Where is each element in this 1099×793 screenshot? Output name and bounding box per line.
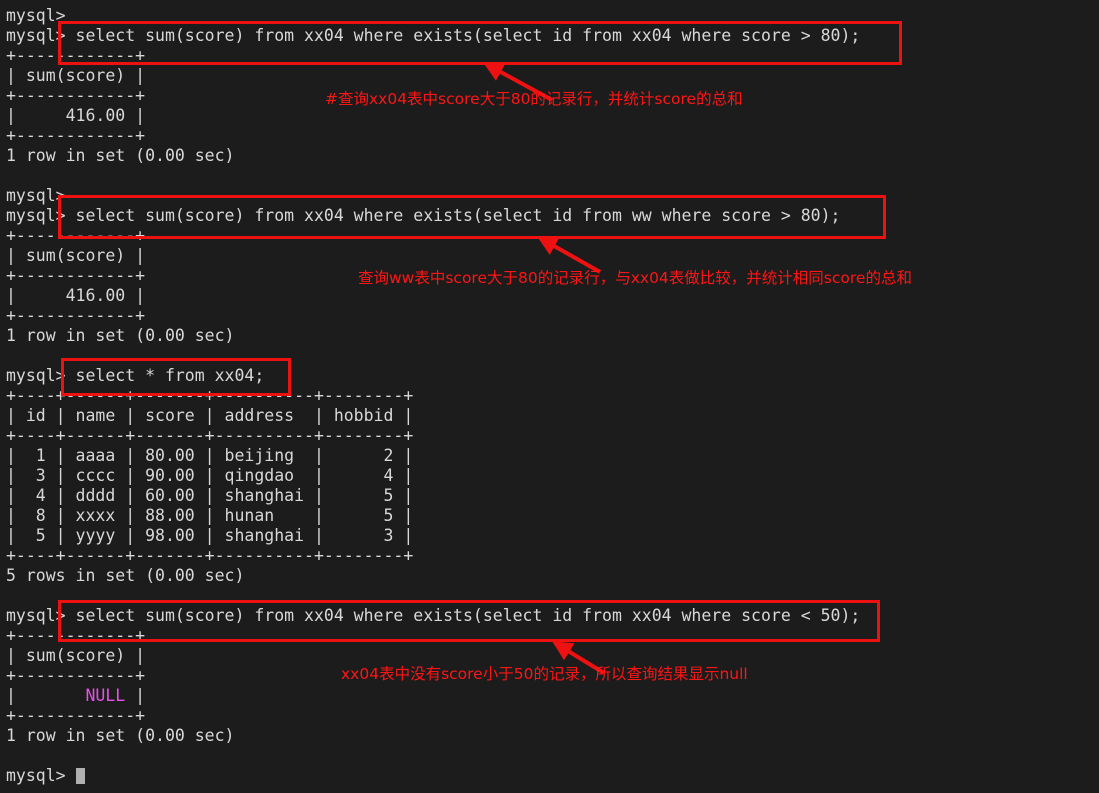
terminal-line: mysql> select sum(score) from xx04 where… [6, 26, 1099, 46]
terminal-line: | 416.00 | [6, 286, 1099, 306]
terminal-line-text: +------------+ [6, 86, 146, 105]
terminal-line: mysql> [6, 6, 1099, 26]
terminal-line: +------------+ [6, 86, 1099, 106]
terminal-line: +----+------+-------+----------+--------… [6, 546, 1099, 566]
terminal-line: +------------+ [6, 626, 1099, 646]
terminal-line-text: mysql> select * from xx04; [6, 366, 265, 385]
terminal-output[interactable]: mysql> mysql> select sum(score) from xx04… [0, 0, 1099, 793]
terminal-line-text: +------------+ [6, 126, 146, 145]
terminal-line: | 4 | dddd | 60.00 | shanghai | 5 | [6, 486, 1099, 506]
terminal-line: 5 rows in set (0.00 sec) [6, 566, 1099, 586]
terminal-line-text: mysql> select sum(score) from xx04 where… [6, 606, 861, 625]
terminal-line-text: | 1 | aaaa | 80.00 | beijing | 2 | [6, 446, 414, 465]
terminal-line: | 1 | aaaa | 80.00 | beijing | 2 | [6, 446, 1099, 466]
terminal-line: +------------+ [6, 126, 1099, 146]
terminal-line-text: +------------+ [6, 266, 146, 285]
terminal-line: 1 row in set (0.00 sec) [6, 146, 1099, 166]
terminal-line-text: mysql> [6, 766, 76, 785]
terminal-line-text: | sum(score) | [6, 646, 146, 665]
terminal-line: | 5 | yyyy | 98.00 | shanghai | 3 | [6, 526, 1099, 546]
terminal-line-text: +------------+ [6, 306, 146, 325]
terminal-line: | 3 | cccc | 90.00 | qingdao | 4 | [6, 466, 1099, 486]
terminal-line: mysql> [6, 186, 1099, 206]
terminal-line: | sum(score) | [6, 646, 1099, 666]
terminal-line: | id | name | score | address | hobbid | [6, 406, 1099, 426]
terminal-line-text: | 416.00 | [6, 286, 146, 305]
terminal-line: mysql> select sum(score) from xx04 where… [6, 606, 1099, 626]
terminal-line: 1 row in set (0.00 sec) [6, 726, 1099, 746]
text-cursor [75, 768, 85, 784]
terminal-line-text: | 3 | cccc | 90.00 | qingdao | 4 | [6, 466, 414, 485]
terminal-line-text: | 416.00 | [6, 106, 146, 125]
terminal-line-text: mysql> [6, 6, 66, 25]
terminal-line-text: | id | name | score | address | hobbid | [6, 406, 414, 425]
terminal-line-text: | 8 | xxxx | 88.00 | hunan | 5 | [6, 506, 414, 525]
terminal-line-text: +----+------+-------+----------+--------… [6, 386, 414, 405]
terminal-line: +----+------+-------+----------+--------… [6, 426, 1099, 446]
terminal-line-text: | 4 | dddd | 60.00 | shanghai | 5 | [6, 486, 414, 505]
terminal-line-text: mysql> select sum(score) from xx04 where… [6, 26, 861, 45]
terminal-line: | 416.00 | [6, 106, 1099, 126]
terminal-line-text: +------------+ [6, 666, 146, 685]
terminal-line: +------------+ [6, 706, 1099, 726]
terminal-line: mysql> select sum(score) from xx04 where… [6, 206, 1099, 226]
terminal-line: | sum(score) | [6, 66, 1099, 86]
terminal-line-text: +------------+ [6, 706, 146, 725]
terminal-line: +------------+ [6, 266, 1099, 286]
terminal-line: +------------+ [6, 46, 1099, 66]
terminal-line-text: 5 rows in set (0.00 sec) [6, 566, 245, 585]
terminal-line: | NULL | [6, 686, 1099, 706]
terminal-line: mysql> [6, 766, 1099, 786]
terminal-line: +------------+ [6, 306, 1099, 326]
terminal-line-text: mysql> select sum(score) from xx04 where… [6, 206, 841, 225]
terminal-line: +------------+ [6, 226, 1099, 246]
null-value: NULL [85, 686, 126, 705]
terminal-line-text: 1 row in set (0.00 sec) [6, 326, 235, 345]
terminal-line-text: | 5 | yyyy | 98.00 | shanghai | 3 | [6, 526, 414, 545]
terminal-line-text: mysql> [6, 186, 66, 205]
terminal-line: | 8 | xxxx | 88.00 | hunan | 5 | [6, 506, 1099, 526]
terminal-line: +------------+ [6, 666, 1099, 686]
terminal-line-text: 1 row in set (0.00 sec) [6, 726, 235, 745]
terminal-line-text: 1 row in set (0.00 sec) [6, 146, 235, 165]
terminal-line: 1 row in set (0.00 sec) [6, 326, 1099, 346]
terminal-line-text: +------------+ [6, 226, 146, 245]
terminal-line-text: +----+------+-------+----------+--------… [6, 426, 414, 445]
terminal-line: +----+------+-------+----------+--------… [6, 386, 1099, 406]
terminal-line-text: | sum(score) | [6, 246, 146, 265]
terminal-line: | sum(score) | [6, 246, 1099, 266]
terminal-line: mysql> select * from xx04; [6, 366, 1099, 386]
terminal-line-text: | sum(score) | [6, 66, 146, 85]
terminal-line-text: +------------+ [6, 46, 146, 65]
terminal-line-text: +------------+ [6, 626, 146, 645]
terminal-line-text: | [125, 686, 146, 705]
terminal-line-text: +----+------+-------+----------+--------… [6, 546, 414, 565]
terminal-line-text: | [6, 686, 86, 705]
